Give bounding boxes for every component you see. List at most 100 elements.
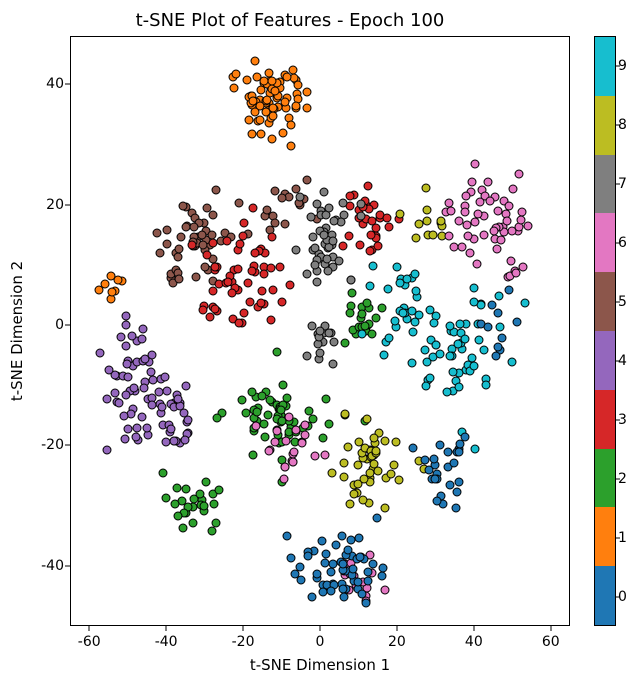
data-point [398,308,407,317]
data-point [470,160,479,169]
data-point [378,303,387,312]
data-point [445,231,454,240]
data-point [368,559,377,568]
data-point [455,448,464,457]
colorbar-tick: 7 [618,176,627,192]
data-point [179,201,188,210]
data-point [464,232,473,241]
data-point [328,236,337,245]
data-point [133,423,142,432]
data-point [248,97,257,106]
colorbar-tick: 2 [618,471,627,487]
data-point [449,459,458,468]
data-point [280,98,289,107]
data-point [516,216,525,225]
data-point [391,438,400,447]
data-point [210,304,219,313]
data-point [340,409,349,418]
data-point [326,586,335,595]
data-point [356,200,365,209]
data-point [245,297,254,306]
colorbar-tick: 4 [618,353,627,369]
data-point [273,348,282,357]
data-point [205,313,214,322]
data-point [369,433,378,442]
data-point [474,336,483,345]
data-point [341,339,350,348]
data-point [320,451,329,460]
data-point [229,84,238,93]
data-point [303,87,312,96]
data-point [286,553,295,562]
data-point [292,101,301,110]
data-point [372,314,381,323]
data-point [268,111,277,120]
data-point [313,569,322,578]
data-point [373,242,382,251]
data-point [423,216,432,225]
data-point [368,329,377,338]
data-point [208,210,217,219]
data-point [292,425,301,434]
data-point [138,325,147,334]
data-point [214,486,223,495]
data-point [355,533,364,542]
data-point [308,233,317,242]
data-point [244,279,253,288]
data-point [519,262,528,271]
data-point [117,333,126,342]
data-point [462,192,471,201]
data-point [387,470,396,479]
data-point [487,300,496,309]
data-point [122,390,131,399]
data-point [152,228,161,237]
data-point [227,288,236,297]
data-point [346,191,355,200]
plot-area [70,36,570,626]
data-point [271,86,280,95]
data-point [456,319,465,328]
data-point [365,246,374,255]
colorbar-segment [595,507,615,566]
data-point [122,320,131,329]
data-point [473,260,482,269]
data-point [303,551,312,560]
data-point [496,322,505,331]
data-point [502,216,511,225]
x-tick: -40 [146,634,186,650]
colorbar-segment [595,331,615,390]
data-point [284,413,293,422]
data-point [302,270,311,279]
data-point [457,242,466,251]
data-point [283,72,292,81]
data-point [313,277,322,286]
data-point [385,333,394,342]
data-point [383,284,392,293]
data-point [291,246,300,255]
data-point [493,245,502,254]
data-point [471,218,480,227]
data-point [211,263,220,272]
data-point [202,477,211,486]
data-point [421,381,430,390]
data-point [264,446,273,455]
data-point [212,186,221,195]
data-point [301,420,310,429]
data-point [363,182,372,191]
data-point [324,267,333,276]
data-point [190,222,199,231]
data-point [325,203,334,212]
data-point [329,337,338,346]
data-point [107,287,116,296]
data-point [251,107,260,116]
data-point [436,441,445,450]
data-point [322,254,331,263]
data-point [346,499,355,508]
data-point [233,264,242,273]
y-tick: 40 [4,76,64,92]
data-point [363,299,372,308]
data-point [480,230,489,239]
data-point [311,260,320,269]
data-point [285,280,294,289]
data-point [380,437,389,446]
